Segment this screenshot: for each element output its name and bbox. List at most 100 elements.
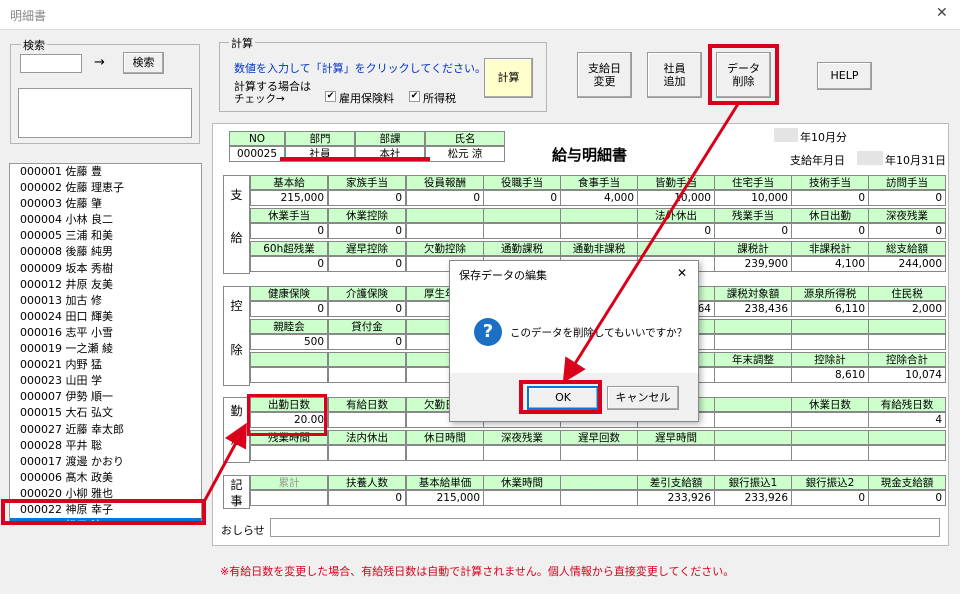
- ded_rows-value[interactable]: 0: [328, 301, 406, 317]
- note-row-value[interactable]: 0: [328, 490, 406, 506]
- att_rows-value[interactable]: [714, 445, 792, 461]
- employee-list-item[interactable]: 000005 三浦 和美: [10, 228, 201, 244]
- employee-list-item[interactable]: 000023 山田 学: [10, 373, 201, 389]
- pay_rows-value[interactable]: 0: [868, 223, 946, 239]
- pay_rows-value[interactable]: 10,000: [714, 190, 792, 206]
- ded_rows-value[interactable]: 8,610: [791, 367, 869, 383]
- pay_rows-value[interactable]: 0: [406, 190, 484, 206]
- att_rows-value[interactable]: [637, 445, 715, 461]
- pay_rows-value[interactable]: 0: [250, 256, 328, 272]
- pay_rows-value[interactable]: 244,000: [868, 256, 946, 272]
- note-row-value[interactable]: 233,926: [637, 490, 715, 506]
- ded_rows-value[interactable]: [714, 334, 792, 350]
- employee-list-item[interactable]: 000003 佐藤 肇: [10, 196, 201, 212]
- ded_rows-value[interactable]: 238,436: [714, 301, 792, 317]
- pay_rows-value[interactable]: 215,000: [250, 190, 328, 206]
- note-row-value[interactable]: [483, 490, 561, 506]
- att_rows-value[interactable]: [791, 445, 869, 461]
- employee-list-item[interactable]: 000004 小林 良二: [10, 212, 201, 228]
- employee-list-item[interactable]: 000028 平井 聡: [10, 438, 201, 454]
- pay-section-label-char: 支: [230, 187, 243, 202]
- calculate-button[interactable]: 計算: [484, 58, 533, 98]
- note-section-label: 記事: [223, 475, 250, 509]
- pay_rows-value[interactable]: [406, 223, 484, 239]
- employee-list-item[interactable]: 000002 佐藤 理恵子: [10, 180, 201, 196]
- employee-list-item[interactable]: 000007 伊勢 順一: [10, 389, 201, 405]
- ded_rows-value[interactable]: [714, 367, 792, 383]
- head-value-0[interactable]: 000025: [229, 146, 285, 162]
- pay_rows-value[interactable]: 4,000: [560, 190, 638, 206]
- pay_rows-value[interactable]: 239,900: [714, 256, 792, 272]
- dialog-cancel-button[interactable]: キャンセル: [607, 386, 679, 410]
- employee-list-item[interactable]: 000001 佐藤 豊: [10, 164, 201, 180]
- employee-list-item[interactable]: 000021 内野 猛: [10, 357, 201, 373]
- ded_rows-value[interactable]: 500: [250, 334, 328, 350]
- employee-list-item[interactable]: 000024 田口 輝美: [10, 309, 201, 325]
- add-employee-button[interactable]: 社員 追加: [647, 52, 702, 98]
- note-row-value[interactable]: 233,926: [714, 490, 792, 506]
- ded_rows-value[interactable]: 2,000: [868, 301, 946, 317]
- dialog-close-icon[interactable]: ✕: [677, 266, 687, 280]
- pay_rows-value[interactable]: 0: [328, 223, 406, 239]
- pay_rows-label: 欠勤控除: [406, 241, 484, 256]
- att_rows-value[interactable]: [328, 412, 406, 428]
- employee-list-item[interactable]: 000015 大石 弘文: [10, 405, 201, 421]
- ded_rows-value[interactable]: [868, 334, 946, 350]
- search-input[interactable]: [20, 54, 82, 73]
- pay_rows-value[interactable]: [560, 223, 638, 239]
- att_rows-value[interactable]: [328, 445, 406, 461]
- note-row-value[interactable]: [250, 490, 328, 506]
- employee-list[interactable]: 000001 佐藤 豊 000002 佐藤 理恵子 000003 佐藤 肇 00000…: [9, 163, 202, 523]
- ded_rows-value[interactable]: 0: [250, 301, 328, 317]
- pay_rows-value[interactable]: [483, 223, 561, 239]
- note-row-value[interactable]: 0: [868, 490, 946, 506]
- employee-list-item[interactable]: 000027 近藤 幸太郎: [10, 422, 201, 438]
- att_rows-value[interactable]: [791, 412, 869, 428]
- help-button[interactable]: HELP: [817, 62, 872, 90]
- att_rows-value[interactable]: [406, 445, 484, 461]
- ded_rows-value[interactable]: [328, 367, 406, 383]
- note-row-value[interactable]: 215,000: [406, 490, 484, 506]
- employee-list-item[interactable]: 000017 渡邊 かおり: [10, 454, 201, 470]
- pay-date-change-button[interactable]: 支給日 変更: [577, 52, 632, 98]
- att_rows-value[interactable]: 4: [868, 412, 946, 428]
- pay_rows-value[interactable]: 0: [791, 190, 869, 206]
- ded_rows-label: 控除計: [791, 352, 869, 367]
- att_rows-value[interactable]: [714, 412, 792, 428]
- pay_rows-value[interactable]: 0: [328, 190, 406, 206]
- window-close-icon[interactable]: ✕: [936, 5, 948, 21]
- att_rows-value[interactable]: [868, 445, 946, 461]
- pay_rows-value[interactable]: 0: [714, 223, 792, 239]
- note-row-value[interactable]: [560, 490, 638, 506]
- employee-list-item[interactable]: 000019 一之瀬 綾: [10, 341, 201, 357]
- att_rows-value[interactable]: [250, 445, 328, 461]
- ded_rows-value[interactable]: [250, 367, 328, 383]
- pay_rows-value[interactable]: 0: [328, 256, 406, 272]
- employee-list-item[interactable]: 000012 井原 友美: [10, 277, 201, 293]
- pay_rows-value[interactable]: 0: [250, 223, 328, 239]
- employment-insurance-checkbox[interactable]: ✔: [325, 91, 336, 102]
- employee-list-item[interactable]: 000016 志平 小雪: [10, 325, 201, 341]
- pay_rows-value[interactable]: 0: [791, 223, 869, 239]
- att_rows-value[interactable]: [560, 445, 638, 461]
- income-tax-checkbox[interactable]: ✔: [409, 91, 420, 102]
- note-row-value[interactable]: 0: [791, 490, 869, 506]
- pay_rows-value[interactable]: 0: [868, 190, 946, 206]
- search-button[interactable]: 検索: [123, 52, 164, 74]
- pay_rows-value[interactable]: 0: [483, 190, 561, 206]
- employee-list-item[interactable]: 000008 後藤 純男: [10, 244, 201, 260]
- pay_rows-value[interactable]: 0: [637, 223, 715, 239]
- ded_rows-value[interactable]: 6,110: [791, 301, 869, 317]
- head-value-3[interactable]: 松元 涼: [425, 146, 505, 162]
- pay_rows-value[interactable]: 10,000: [637, 190, 715, 206]
- ded_rows-value[interactable]: [791, 334, 869, 350]
- ded_rows-value[interactable]: 0: [328, 334, 406, 350]
- notice-input[interactable]: [270, 518, 940, 537]
- pay_rows-value[interactable]: 4,100: [791, 256, 869, 272]
- ded_rows-value[interactable]: 10,074: [868, 367, 946, 383]
- employee-list-item[interactable]: 000013 加古 修: [10, 293, 201, 309]
- employee-list-item[interactable]: 000009 坂本 秀樹: [10, 261, 201, 277]
- employee-list-item[interactable]: 000006 髙木 政美: [10, 470, 201, 486]
- att_rows-value[interactable]: [483, 445, 561, 461]
- search-results-box[interactable]: [18, 88, 192, 138]
